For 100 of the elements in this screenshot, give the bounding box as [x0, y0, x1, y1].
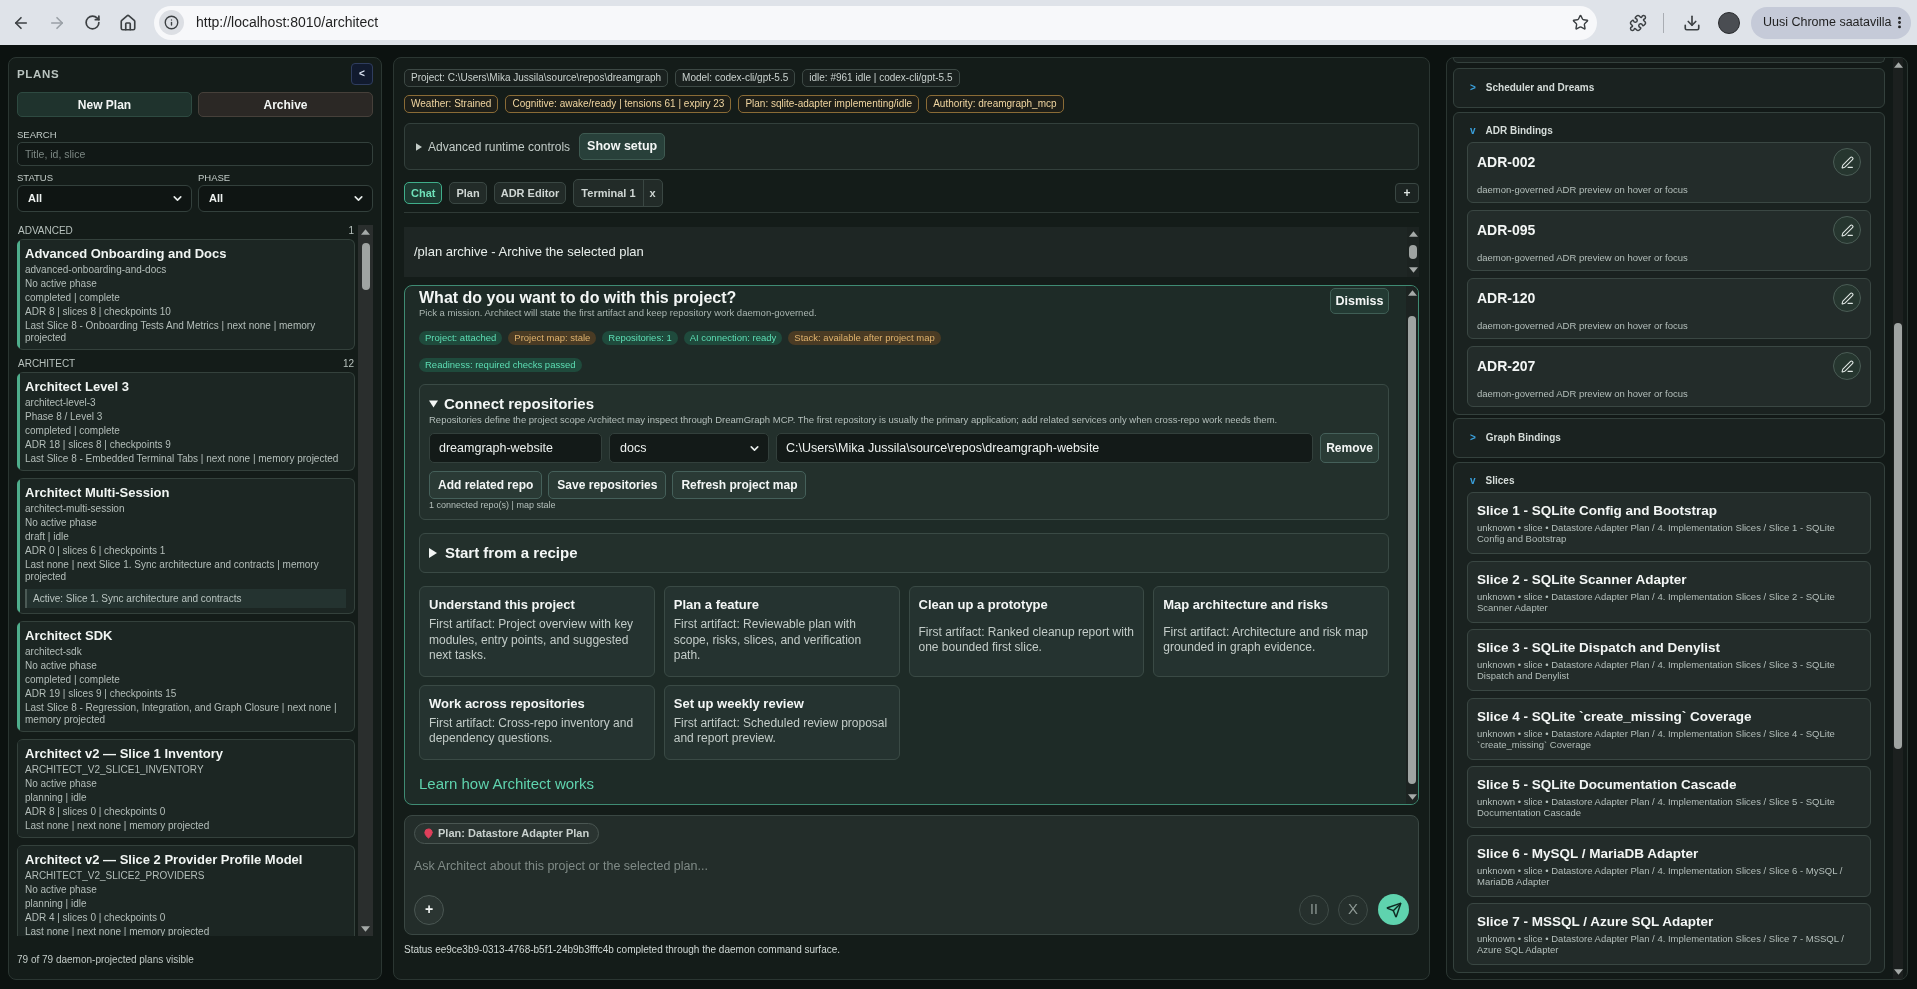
- plan-card[interactable]: Architect Level 3 architect-level-3 Phase 8 / Level 3 completed | complete ADR 18 | slices 8 | checkpoints 9 Last Slice 8 - Embedded Terminal Tabs | next none | memory projected: [17, 372, 355, 471]
- section-toggle[interactable]: > Graph Bindings: [1470, 432, 1561, 444]
- plan-card[interactable]: [17, 478, 355, 614]
- adr-title: ADR-207: [1477, 357, 1537, 375]
- attach-button[interactable]: +: [414, 894, 444, 925]
- section-toggle[interactable]: Connect repositories: [429, 394, 595, 414]
- download-icon[interactable]: [1683, 13, 1701, 32]
- stop-button[interactable]: X: [1338, 894, 1368, 925]
- plan-status: planning | idle: [25, 898, 88, 910]
- plan-activity: Last Slice 8 - Onboarding Tests And Metrics | next none | memory projected: [25, 320, 317, 344]
- repository-action-button[interactable]: Add related repo: [429, 471, 543, 499]
- mission-option-card[interactable]: Clean up a prototype First artifact: Ranked cleanup report with one bounded first slice.: [908, 586, 1145, 677]
- section-toggle[interactable]: v Slices: [1470, 475, 1515, 487]
- archive-button[interactable]: Archive: [198, 92, 373, 117]
- repo-path-field[interactable]: C:\Users\Mika Jussila\source\repos\dreamgraph-website: [776, 433, 1313, 463]
- plan-card[interactable]: Architect v2 — Slice 1 Inventory ARCHITECT_V2_SLICE1_INVENTORY No active phase planning | idle ADR 8 | slices 0 | checkpoints 0 Last none | next none | memory projected: [17, 739, 355, 838]
- collapse-button[interactable]: <: [351, 63, 373, 85]
- plan-status: completed | complete: [25, 292, 121, 304]
- mission-option-card[interactable]: Set up weekly review First artifact: Scheduled review proposal and report preview.: [663, 684, 900, 760]
- filter-select[interactable]: All: [17, 185, 192, 212]
- plan-activity: Last Slice 8 - Regression, Integration, and Graph Closure | next none | memory projected: [25, 702, 338, 726]
- repository-action-button[interactable]: Save repositories: [548, 471, 667, 499]
- scroll-thumb[interactable]: [1409, 245, 1417, 259]
- adr-card[interactable]: ADR-095 daemon-governed ADR preview on hover or focus: [1467, 210, 1871, 271]
- search-field[interactable]: Title, id, slice: [17, 142, 373, 166]
- section-toggle[interactable]: v ADR Bindings: [1470, 125, 1553, 137]
- scrollbar[interactable]: [1406, 286, 1418, 804]
- slice-card[interactable]: Slice 5 - SQLite Documentation Cascade unknown • slice • Datastore Adapter Plan / 4. Implementation Slices / Slice 5 - SQLite Documentation Cascade: [1467, 766, 1871, 828]
- slice-card[interactable]: Slice 1 - SQLite Config and Bootstrap unknown • slice • Datastore Adapter Plan / 4. Implementation Slices / Slice 1 - SQLite Config and Bootstrap: [1467, 492, 1871, 554]
- scroll-down-icon[interactable]: [1407, 794, 1417, 800]
- slice-card[interactable]: Slice 7 - MSSQL / Azure SQL Adapter unknown • slice • Datastore Adapter Plan / 4. Implementation Slices / Slice 7 - MSSQL / Azure SQL Adapter: [1467, 903, 1871, 965]
- plan-card[interactable]: Architect SDK architect-sdk No active phase completed | complete ADR 19 | slices 9 | checkpoints 15 Last Slice 8 - Regression, Integration, and Graph Closure | next none | memory projected: [17, 621, 355, 732]
- repo-role-select[interactable]: docs: [609, 433, 769, 463]
- scrollbar[interactable]: [1893, 58, 1903, 979]
- edit-button[interactable]: [1833, 284, 1861, 312]
- learn-link[interactable]: Learn how Architect works: [419, 773, 595, 794]
- show-setup-button[interactable]: Show setup: [579, 133, 666, 160]
- plan-card[interactable]: [17, 239, 355, 350]
- pause-button[interactable]: II: [1299, 894, 1329, 925]
- tab[interactable]: ADR Editor: [493, 182, 567, 204]
- mission-option-card[interactable]: Understand this project First artifact: Project overview with key modules, entry points, and suggested next tasks.: [419, 586, 655, 677]
- repository-action-button[interactable]: Refresh project map: [672, 471, 807, 499]
- output-line: /plan archive - Archive the selected plan: [414, 243, 645, 261]
- edit-button[interactable]: [1833, 148, 1861, 176]
- scroll-down-icon[interactable]: [1408, 267, 1418, 273]
- slice-card[interactable]: Slice 6 - MySQL / MariaDB Adapter unknown • slice • Datastore Adapter Plan / 4. Implementation Slices / Slice 6 - MySQL / MariaDB Adapter: [1467, 834, 1871, 897]
- scroll-thumb[interactable]: [1408, 316, 1416, 784]
- edit-button[interactable]: [1833, 216, 1861, 244]
- tab[interactable]: Terminal 1 x: [573, 179, 663, 207]
- close-tab-button[interactable]: x: [642, 180, 662, 206]
- send-button[interactable]: [1378, 894, 1409, 925]
- scroll-down-icon[interactable]: [1893, 969, 1903, 975]
- extensions-icon[interactable]: [1629, 13, 1647, 32]
- scrollbar[interactable]: [358, 225, 373, 936]
- scroll-down-icon[interactable]: [361, 926, 370, 932]
- filter-select[interactable]: All: [198, 185, 373, 212]
- tab[interactable]: Chat: [404, 182, 443, 204]
- signal-chip: Cognitive: awake/ready | tensions 61 | expiry 23: [505, 95, 732, 113]
- dismiss-button[interactable]: Dismiss: [1330, 288, 1389, 314]
- scroll-up-icon[interactable]: [1893, 62, 1903, 68]
- adr-card[interactable]: ADR-002 daemon-governed ADR preview on hover or focus: [1467, 142, 1871, 203]
- section-toggle[interactable]: > Scheduler and Dreams: [1470, 82, 1595, 94]
- home-icon[interactable]: [119, 13, 137, 32]
- new-plan-button[interactable]: New Plan: [17, 92, 192, 117]
- status-message: Status ee9ce3b9-0313-4768-b5f1-24b9b3fffc4b completed through the daemon command surface.: [404, 944, 842, 956]
- tab[interactable]: Plan: [449, 182, 487, 204]
- mission-option-title: Understand this project: [429, 597, 576, 613]
- address-bar[interactable]: http://localhost:8010/architect: [154, 5, 1597, 40]
- reload-icon[interactable]: [84, 14, 101, 31]
- edit-button[interactable]: [1833, 352, 1861, 380]
- plan-phase: No active phase: [25, 660, 98, 672]
- section-toggle[interactable]: Start from a recipe: [429, 541, 578, 565]
- plan-phase: Phase 8 / Level 3: [25, 411, 104, 423]
- slice-card[interactable]: Slice 2 - SQLite Scanner Adapter unknown • slice • Datastore Adapter Plan / 4. Implementation Slices / Slice 2 - SQLite Scanner Adapter: [1467, 560, 1871, 623]
- group-count: 1: [348, 225, 354, 237]
- scroll-thumb[interactable]: [361, 243, 370, 290]
- message-input[interactable]: Ask Architect about this project or the selected plan...: [414, 856, 1409, 876]
- remove-button[interactable]: Remove: [1320, 433, 1379, 463]
- advanced-controls-toggle[interactable]: Advanced runtime controls: [416, 137, 571, 156]
- bookmark-star-icon[interactable]: [1572, 14, 1589, 31]
- info-icon[interactable]: [159, 10, 184, 35]
- mission-option-card[interactable]: Map architecture and risks First artifact: Architecture and risk map grounded in graph evidence.: [1153, 586, 1389, 677]
- scroll-thumb[interactable]: [1894, 323, 1902, 749]
- status-tag: Project map: stale: [508, 331, 597, 345]
- slice-card[interactable]: Slice 4 - SQLite `create_missing` Coverage unknown • slice • Datastore Adapter Plan / 4. Implementation Slices / Slice 4 - SQLite `create_missing` Coverage: [1467, 697, 1871, 760]
- scrollbar[interactable]: [1407, 227, 1419, 277]
- repo-name-field[interactable]: dreamgraph-website: [429, 433, 602, 463]
- mission-option-card[interactable]: Work across repositories First artifact: Cross-repo inventory and dependency questions.: [419, 684, 655, 760]
- scroll-up-icon[interactable]: [1408, 231, 1418, 237]
- adr-card[interactable]: ADR-207 daemon-governed ADR preview on hover or focus: [1467, 346, 1871, 407]
- add-tab-button[interactable]: +: [1395, 183, 1419, 203]
- update-button[interactable]: Uusi Chrome saatavilla: [1751, 6, 1911, 39]
- avatar[interactable]: [1718, 11, 1740, 34]
- adr-card[interactable]: ADR-120 daemon-governed ADR preview on hover or focus: [1467, 278, 1871, 339]
- scroll-up-icon[interactable]: [1407, 290, 1417, 296]
- slice-card[interactable]: Slice 3 - SQLite Dispatch and Denylist unknown • slice • Datastore Adapter Plan / 4. Implementation Slices / Slice 3 - SQLite Dispatch and Denylist: [1467, 629, 1871, 691]
- status-tag: Repositories: 1: [602, 331, 678, 345]
- mission-option-card[interactable]: Plan a feature First artifact: Reviewable plan with scope, risks, slices, and verification path.: [663, 586, 900, 677]
- scroll-up-icon[interactable]: [361, 229, 370, 235]
- plan-id: ARCHITECT_V2_SLICE1_INVENTORY: [25, 764, 205, 776]
